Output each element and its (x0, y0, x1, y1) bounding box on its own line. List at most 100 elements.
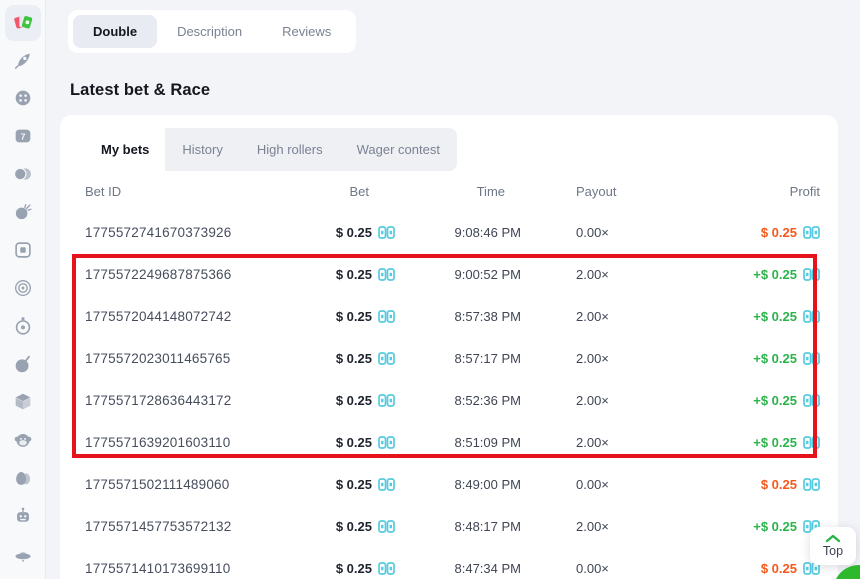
bet-cell: $ 0.25 (322, 519, 395, 534)
back-to-top-label: Top (823, 544, 843, 558)
time-cell: 8:47:34 PM (395, 561, 521, 576)
payout-cell: 0.00× (521, 225, 691, 240)
profit-cell: $ 0.25 (691, 561, 820, 576)
cash-icon (378, 562, 395, 575)
cash-icon (803, 268, 820, 281)
cash-icon (803, 226, 820, 239)
table-row: 1775571728636443172$ 0.258:52:36 PM2.00×… (85, 379, 820, 421)
time-cell: 8:57:17 PM (395, 351, 521, 366)
cash-icon (378, 520, 395, 533)
time-cell: 8:52:36 PM (395, 393, 521, 408)
chevron-up-icon (825, 534, 841, 543)
bet-cell: $ 0.25 (322, 225, 395, 240)
cash-icon (803, 352, 820, 365)
table-row: 1775572023011465765$ 0.258:57:17 PM2.00×… (85, 337, 820, 379)
target-icon (12, 277, 34, 299)
time-cell: 8:48:17 PM (395, 519, 521, 534)
profit-cell: +$ 0.25 (691, 393, 820, 408)
column-header-time: Time (395, 184, 521, 199)
sidebar-item-slots[interactable]: 7 (12, 125, 34, 147)
page-tab-description[interactable]: Description (157, 15, 262, 48)
payout-cell: 2.00× (521, 393, 691, 408)
sidebar-item-timer[interactable] (12, 315, 34, 337)
timer-icon (12, 315, 34, 337)
sidebar-item-comet-ball[interactable] (12, 201, 34, 223)
sidebar-item-coins[interactable] (12, 163, 34, 185)
bet-id-cell: 1775571502111489060 (85, 477, 322, 492)
cash-icon (378, 310, 395, 323)
app-window: 7 DoubleDescriptionReviews Latest bet & … (0, 0, 860, 579)
cash-icon (803, 394, 820, 407)
bet-id-cell: 1775571728636443172 (85, 393, 322, 408)
sidebar-item-egg[interactable] (12, 467, 34, 489)
main-content: DoubleDescriptionReviews Latest bet & Ra… (46, 0, 860, 579)
page-tab-double[interactable]: Double (73, 15, 157, 48)
table-row: 1775571457753572132$ 0.258:48:17 PM2.00×… (85, 505, 820, 547)
time-cell: 8:51:09 PM (395, 435, 521, 450)
dice-icon (12, 391, 34, 413)
bet-cell: $ 0.25 (322, 561, 395, 576)
time-cell: 8:49:00 PM (395, 477, 521, 492)
slots-icon: 7 (12, 125, 34, 147)
bet-id-cell: 1775571410173699110 (85, 561, 322, 576)
table-row: 1775572249687875366$ 0.259:00:52 PM2.00×… (85, 253, 820, 295)
sidebar-item-ufo[interactable] (12, 543, 34, 565)
sidebar-item-bingo-ball[interactable] (12, 87, 34, 109)
svg-text:7: 7 (20, 132, 25, 142)
bets-tab-history[interactable]: History (165, 128, 239, 171)
section-title: Latest bet & Race (70, 81, 210, 100)
bomb-icon (12, 353, 34, 375)
back-to-top-button[interactable]: Top (810, 527, 856, 565)
rocket-icon (12, 49, 34, 71)
bets-tab-high-rollers[interactable]: High rollers (240, 128, 340, 171)
page-tabs: DoubleDescriptionReviews (68, 10, 356, 53)
egg-icon (12, 467, 34, 489)
bet-id-cell: 1775571639201603110 (85, 435, 322, 450)
sidebar-item-cube[interactable] (12, 239, 34, 261)
profit-cell: +$ 0.25 (691, 351, 820, 366)
bet-id-cell: 1775572741670373926 (85, 225, 322, 240)
robot-icon (12, 505, 34, 527)
bets-tab-my-bets[interactable]: My bets (85, 128, 165, 171)
cash-icon (378, 226, 395, 239)
column-header-payout: Payout (521, 184, 691, 199)
sidebar-item-dice[interactable] (12, 391, 34, 413)
bet-id-cell: 1775572044148072742 (85, 309, 322, 324)
profit-cell: $ 0.25 (691, 225, 820, 240)
cash-icon (378, 352, 395, 365)
sidebar-item-target[interactable] (12, 277, 34, 299)
cash-icon (803, 310, 820, 323)
column-header-bet: Bet (322, 184, 395, 199)
sidebar: 7 (0, 0, 46, 579)
table-row: 1775571639201603110$ 0.258:51:09 PM2.00×… (85, 421, 820, 463)
table-row: 1775571410173699110$ 0.258:47:34 PM0.00×… (85, 547, 820, 579)
cash-icon (803, 436, 820, 449)
payout-cell: 0.00× (521, 477, 691, 492)
sidebar-item-bomb[interactable] (12, 353, 34, 375)
profit-cell: +$ 0.25 (691, 309, 820, 324)
page-tab-reviews[interactable]: Reviews (262, 15, 351, 48)
profit-cell: +$ 0.25 (691, 519, 820, 534)
table-row: 1775572741670373926$ 0.259:08:46 PM0.00×… (85, 211, 820, 253)
bet-cell: $ 0.25 (322, 351, 395, 366)
bets-card: My betsHistoryHigh rollersWager contest … (60, 115, 838, 579)
bet-cell: $ 0.25 (322, 309, 395, 324)
payout-cell: 2.00× (521, 435, 691, 450)
table-body: 1775572741670373926$ 0.259:08:46 PM0.00×… (85, 211, 820, 579)
sidebar-item-rocket[interactable] (12, 49, 34, 71)
profit-cell: +$ 0.25 (691, 267, 820, 282)
profit-cell: $ 0.25 (691, 477, 820, 492)
profit-cell: +$ 0.25 (691, 435, 820, 450)
bets-tab-wager-contest[interactable]: Wager contest (340, 128, 457, 171)
monkey-icon (12, 429, 34, 451)
payout-cell: 2.00× (521, 267, 691, 282)
cash-icon (378, 268, 395, 281)
time-cell: 8:57:38 PM (395, 309, 521, 324)
column-header-bet-id: Bet ID (85, 184, 322, 199)
sidebar-item-robot[interactable] (12, 505, 34, 527)
bets-tabs: My betsHistoryHigh rollersWager contest (85, 128, 457, 171)
sidebar-item-monkey[interactable] (12, 429, 34, 451)
time-cell: 9:00:52 PM (395, 267, 521, 282)
sidebar-item-cards[interactable] (5, 5, 41, 41)
ufo-icon (12, 543, 34, 565)
